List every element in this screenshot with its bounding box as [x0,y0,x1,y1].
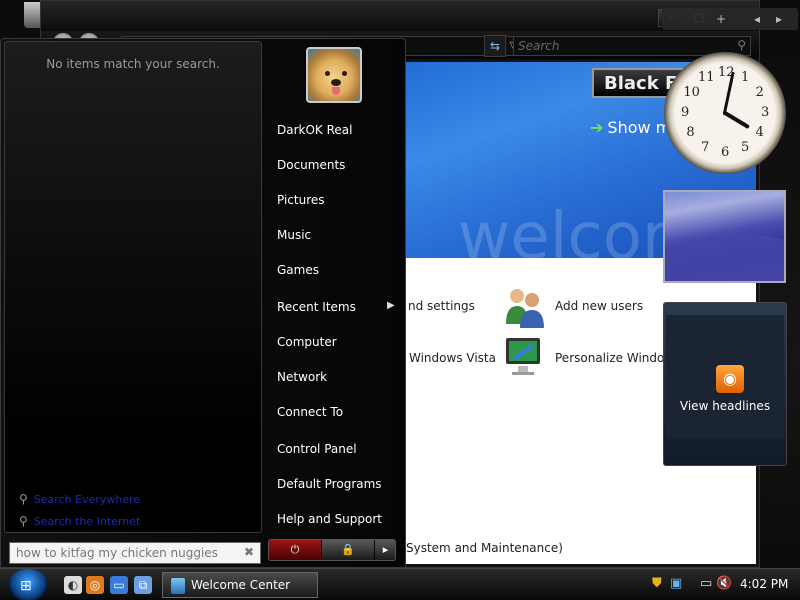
menu-item-recent-items[interactable]: Recent Items [277,300,356,314]
window-titlebar[interactable]: – □ [41,1,759,31]
feed-panel: ◉ View headlines [666,315,784,439]
clock-number: 5 [741,139,750,155]
network-icon[interactable]: ▣ [670,576,682,591]
clock-hour-hand [722,110,751,130]
view-headlines-link[interactable]: View headlines [666,399,784,413]
lock-icon[interactable]: 🔒 [322,540,374,560]
clock-gadget[interactable]: 12 1 2 3 4 5 6 7 8 9 10 11 [664,52,786,174]
menu-item-music[interactable]: Music [277,228,311,242]
welcome-watermark: welcor [458,200,669,258]
menu-item-help-support[interactable]: Help and Support [277,512,382,526]
security-shield-icon[interactable]: ⛊ [652,576,662,591]
show-more-label: Show m [607,118,672,137]
clock-number: 7 [701,139,710,155]
menu-item-user[interactable]: DarkOK Real [277,123,352,137]
sidebar-controls: + ◂ ▸ [662,8,798,30]
clock-number: 4 [755,125,764,140]
task-windows-vista[interactable]: Windows Vista [409,351,496,365]
start-menu: No items match your search. ⚲ Search Ever… [0,38,406,568]
avatar-eye [342,71,347,76]
no-results-message: No items match your search. [46,57,220,71]
windows-logo-icon: ⊞ [20,578,32,594]
search-placeholder: Search [518,39,560,53]
task-system-maintenance[interactable]: System and Maintenance) [406,541,563,555]
search-icon: ⚲ [19,492,28,506]
menu-item-games[interactable]: Games [277,263,319,277]
menu-item-computer[interactable]: Computer [277,335,337,349]
personalize-icon[interactable] [502,334,546,378]
taskbar-clock[interactable]: 4:02 PM [740,577,788,591]
arrow-right-icon: ➔ [590,118,604,137]
menu-item-pictures[interactable]: Pictures [277,193,325,207]
power-options-arrow-icon[interactable]: ▸ [375,540,395,560]
search-internet-link[interactable]: ⚲ Search the Internet [19,514,140,528]
menu-item-default-programs[interactable]: Default Programs [277,477,382,491]
next-icon[interactable]: ▸ [770,10,788,28]
switch-windows-icon[interactable]: ⧉ [134,576,152,594]
taskbar-task-label: Welcome Center [191,578,291,592]
avatar-nose [331,79,341,86]
search-everywhere-label: Search Everywhere [33,493,141,506]
search-everywhere-link[interactable]: ⚲ Search Everywhere [19,492,140,506]
search-icon: ⚲ [19,514,28,528]
avatar[interactable] [306,47,362,103]
clock-number: 9 [681,105,690,120]
start-menu-results-pane: No items match your search. ⚲ Search Ever… [4,41,262,533]
show-desktop-icon[interactable]: ◐ [64,576,82,594]
taskbar-welcome-center[interactable]: Welcome Center [162,572,318,598]
desktop: { "window": { "search_placeholder": "Sea… [0,0,800,600]
show-more-link[interactable]: ➔ Show m [590,118,671,137]
users-icon[interactable] [502,284,546,328]
task-personalize[interactable]: Personalize Windows [555,351,680,365]
feed-headlines-gadget[interactable]: ◉ View headlines [663,302,787,466]
menu-item-connect-to[interactable]: Connect To [277,405,343,419]
clock-number: 10 [683,85,700,100]
avatar-tongue [332,87,340,95]
clock-number: 1 [741,70,750,86]
power-controls: ⏻ 🔒 ▸ [268,539,396,561]
system-tray: ⛊ ▣ ▭ 🔇 4:02 PM [646,573,798,597]
start-search-value: how to kitfag my chicken nuggies [16,546,218,560]
clock-number: 3 [761,105,770,120]
start-search-input[interactable]: how to kitfag my chicken nuggies ✖ [9,542,261,564]
previous-icon[interactable]: ◂ [748,10,766,28]
menu-item-control-panel[interactable]: Control Panel [277,442,357,456]
monitor-icon[interactable]: ▭ [700,576,712,591]
task-settings[interactable]: nd settings [408,299,475,313]
clock-number: 6 [721,145,730,160]
refresh-button[interactable]: ⇆ [484,35,506,57]
rss-icon: ◉ [716,365,744,393]
taskbar: ⊞ ◐ ◎ ▭ ⧉ Welcome Center ⛊ ▣ ▭ 🔇 4:02 PM [0,568,800,600]
volume-muted-icon[interactable]: 🔇 [716,576,732,591]
search-internet-label: Search the Internet [33,515,141,528]
avatar-eye [325,71,330,76]
task-add-users[interactable]: Add new users [555,299,643,313]
welcome-center-icon [171,578,185,594]
clock-number: 8 [686,125,695,140]
submenu-arrow-icon: ▶ [387,300,395,311]
clear-search-icon[interactable]: ✖ [244,545,254,559]
start-button[interactable]: ⊞ [8,569,48,600]
clock-number: 11 [698,70,715,86]
slideshow-gadget[interactable] [663,190,786,283]
menu-item-network[interactable]: Network [277,370,327,384]
menu-item-documents[interactable]: Documents [277,158,345,172]
window-icon[interactable]: ▭ [110,576,128,594]
add-gadget-button[interactable]: + [712,10,730,28]
clock-number: 2 [755,85,764,100]
search-icon[interactable]: ⚲ [737,38,746,52]
desert-photo [665,234,784,281]
power-icon[interactable]: ⏻ [269,540,321,560]
firefox-icon[interactable]: ◎ [86,576,104,594]
